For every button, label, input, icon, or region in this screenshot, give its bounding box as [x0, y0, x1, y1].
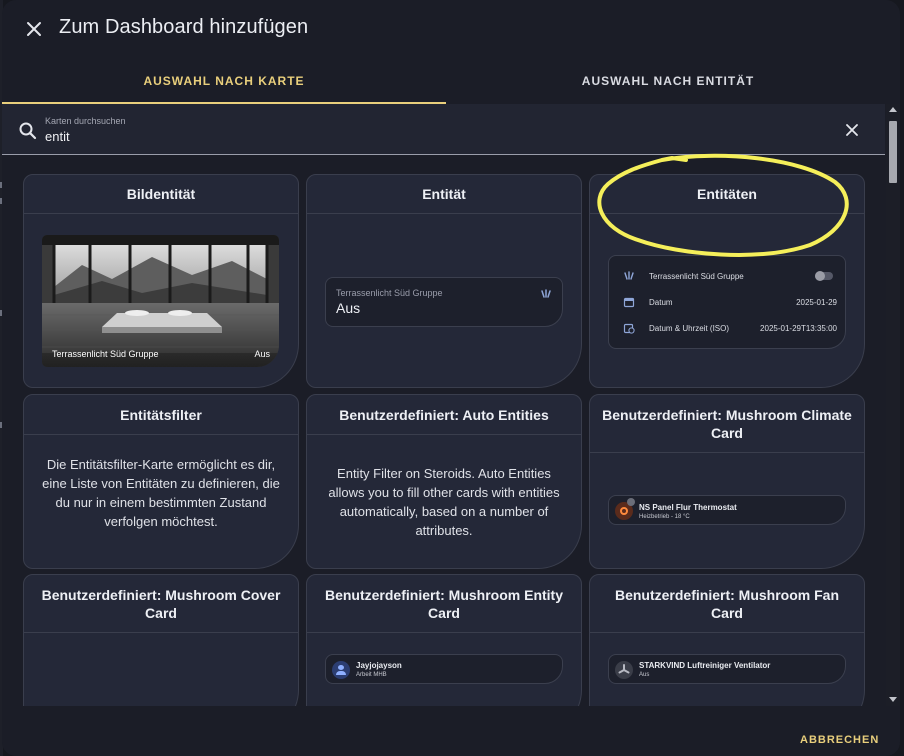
tab-by-entity-label: AUSWAHL NACH ENTITÄT	[581, 74, 755, 88]
card-title: Entität	[307, 175, 581, 214]
row-value: 2025-01-29	[796, 298, 837, 307]
image-caption: Terrassenlicht Süd Gruppe	[52, 349, 159, 359]
dialog-header: Zum Dashboard hinzufügen	[2, 0, 900, 58]
card-bildentitaet[interactable]: Bildentität Terrassenlicht Süd Gruppe Au…	[23, 174, 299, 388]
tab-bar: AUSWAHL NACH KARTE AUSWAHL NACH ENTITÄT	[2, 58, 900, 104]
clear-search-icon[interactable]	[844, 122, 860, 138]
toggle-switch[interactable]	[815, 271, 833, 281]
entity-name: NS Panel Flur Thermostat	[639, 503, 737, 512]
fan-icon	[615, 661, 633, 679]
row-label: Terrassenlicht Süd Gruppe	[649, 272, 744, 281]
scrollbar-thumb[interactable]	[889, 121, 897, 183]
card-description: Die Entitätsfilter-Karte ermöglicht es d…	[42, 457, 280, 529]
search-label: Karten durchsuchen	[45, 116, 126, 126]
person-icon	[332, 661, 350, 679]
entity-sub: Heizbetrieb - 18 °C	[639, 514, 690, 520]
card-title: Entitätsfilter	[24, 395, 298, 435]
search-icon	[19, 122, 37, 140]
fan-preview: STARKVIND Luftreiniger Ventilator Aus	[608, 654, 846, 684]
close-icon[interactable]	[23, 18, 45, 40]
image-state: Aus	[254, 349, 270, 359]
dialog-title: Zum Dashboard hinzufügen	[59, 16, 309, 38]
entity-name: STARKVIND Luftreiniger Ventilator	[639, 661, 771, 670]
row-label: Datum & Uhrzeit (ISO)	[649, 324, 730, 333]
tab-by-card[interactable]: AUSWAHL NACH KARTE	[2, 58, 446, 104]
search-input[interactable]: entit	[45, 129, 70, 144]
entity-sub: Aus	[639, 672, 650, 678]
badge-icon	[627, 498, 635, 506]
entity-preview: Terrassenlicht Süd Gruppe Aus	[325, 277, 563, 327]
card-description: Entity Filter on Steroids. Auto Entities…	[328, 466, 560, 538]
tab-by-entity[interactable]: AUSWAHL NACH ENTITÄT	[446, 58, 890, 104]
card-entitaet[interactable]: Entität Terrassenlicht Süd Gruppe Aus	[306, 174, 582, 388]
calendar-icon	[623, 297, 635, 308]
row-label: Datum	[649, 298, 673, 307]
tab-by-card-label: AUSWAHL NACH KARTE	[143, 74, 305, 88]
card-auto-entities[interactable]: Benutzerdefiniert: Auto Entities Entity …	[306, 394, 582, 569]
calendar-clock-icon	[623, 323, 635, 334]
card-title: Benutzerdefiniert: Mushroom Cover Card	[24, 575, 298, 633]
dialog-footer: ABBRECHEN	[2, 706, 900, 756]
entity-state: Aus	[336, 300, 361, 316]
climate-preview: NS Panel Flur Thermostat Heizbetrieb - 1…	[608, 495, 846, 525]
card-entitaetsfilter[interactable]: Entitätsfilter Die Entitätsfilter-Karte …	[23, 394, 299, 569]
scrollbar[interactable]	[886, 104, 900, 706]
preview-image: Terrassenlicht Süd Gruppe Aus	[42, 235, 279, 367]
card-title: Benutzerdefiniert: Mushroom Entity Card	[307, 575, 581, 633]
card-title: Entitäten	[590, 175, 864, 214]
row-value: 2025-01-29T13:35:00	[760, 324, 837, 333]
light-group-icon	[624, 271, 634, 280]
card-title: Benutzerdefiniert: Mushroom Fan Card	[590, 575, 864, 633]
entity-name: Jayjojayson	[356, 661, 402, 670]
entity-sub: Arbeit MHB	[356, 672, 387, 678]
entity-name: Terrassenlicht Süd Gruppe	[336, 288, 443, 298]
bedroom-photo	[42, 235, 279, 367]
card-mushroom-climate[interactable]: Benutzerdefiniert: Mushroom Climate Card…	[589, 394, 865, 569]
card-title: Bildentität	[24, 175, 298, 214]
entities-preview: Terrassenlicht Süd Gruppe Datum 2025-01-…	[608, 255, 846, 349]
card-entitaeten[interactable]: Entitäten Terrassenlicht Süd Gruppe Datu…	[589, 174, 865, 388]
add-to-dashboard-dialog: Zum Dashboard hinzufügen AUSWAHL NACH KA…	[2, 0, 900, 756]
cancel-button[interactable]: ABBRECHEN	[800, 734, 879, 746]
card-title: Benutzerdefiniert: Auto Entities	[307, 395, 581, 435]
scroll-down-arrow-icon[interactable]	[889, 697, 897, 702]
scroll-up-arrow-icon[interactable]	[889, 107, 897, 112]
card-title: Benutzerdefiniert: Mushroom Climate Card	[590, 395, 864, 453]
light-group-icon	[541, 289, 551, 298]
entity-preview: Jayjojayson Arbeit MHB	[325, 654, 563, 684]
search-field[interactable]: Karten durchsuchen entit	[2, 104, 885, 155]
